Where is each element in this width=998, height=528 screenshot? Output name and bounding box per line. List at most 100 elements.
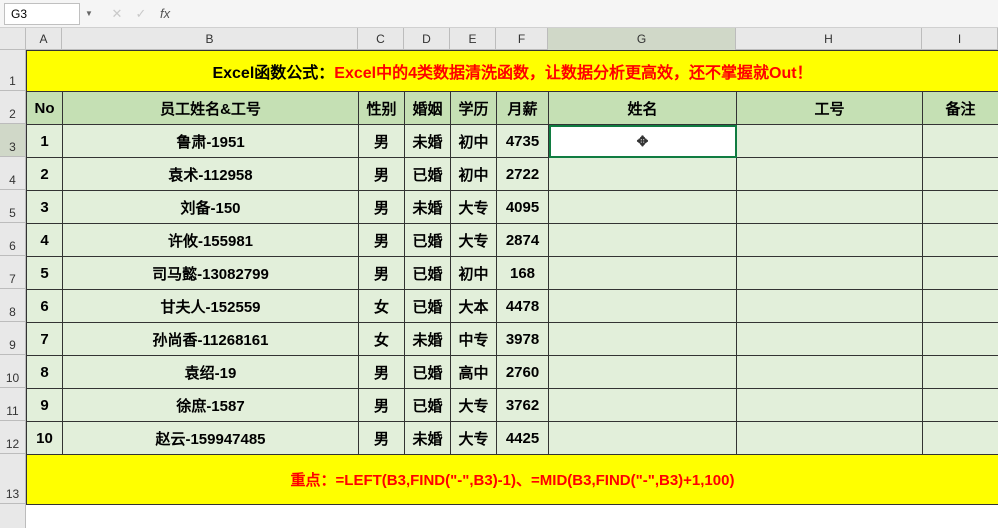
table-header[interactable]: 工号	[737, 92, 923, 125]
cell[interactable]: 男	[359, 224, 405, 257]
table-header[interactable]: 备注	[923, 92, 998, 125]
column-header-A[interactable]: A	[26, 28, 62, 50]
name-box-dropdown[interactable]: ▼	[80, 3, 98, 25]
cell[interactable]	[549, 224, 737, 257]
cell[interactable]	[737, 323, 923, 356]
column-header-G[interactable]: G	[548, 28, 736, 50]
cell[interactable]: 4735	[497, 125, 549, 158]
table-header[interactable]: 学历	[451, 92, 497, 125]
cell[interactable]: 10	[27, 422, 63, 455]
row-header-7[interactable]: 7	[0, 256, 25, 289]
cell[interactable]: 高中	[451, 356, 497, 389]
cell[interactable]: 初中	[451, 158, 497, 191]
row-header-4[interactable]: 4	[0, 157, 25, 190]
row-header-9[interactable]: 9	[0, 322, 25, 355]
cell[interactable]: 2722	[497, 158, 549, 191]
cell[interactable]	[549, 191, 737, 224]
cell[interactable]: 2760	[497, 356, 549, 389]
cell[interactable]	[737, 356, 923, 389]
row-header-12[interactable]: 12	[0, 421, 25, 454]
column-header-I[interactable]: I	[922, 28, 998, 50]
cell[interactable]: 袁术-112958	[63, 158, 359, 191]
formula-input[interactable]	[176, 3, 994, 25]
cell[interactable]	[737, 389, 923, 422]
cell[interactable]	[737, 257, 923, 290]
cell[interactable]: 4	[27, 224, 63, 257]
cell[interactable]	[737, 422, 923, 455]
cell[interactable]: 司马懿-13082799	[63, 257, 359, 290]
cell[interactable]: 赵云-159947485	[63, 422, 359, 455]
grid-area[interactable]: Excel函数公式：Excel中的4类数据清洗函数，让数据分析更高效，还不掌握就…	[26, 50, 998, 528]
cancel-icon[interactable]: ✕	[106, 3, 128, 25]
cell[interactable]: 初中	[451, 257, 497, 290]
table-header[interactable]: 月薪	[497, 92, 549, 125]
cell[interactable]: 大专	[451, 224, 497, 257]
cell[interactable]	[923, 257, 998, 290]
cell[interactable]	[549, 323, 737, 356]
row-header-8[interactable]: 8	[0, 289, 25, 322]
cell[interactable]: 2	[27, 158, 63, 191]
cell[interactable]: 3	[27, 191, 63, 224]
row-header-6[interactable]: 6	[0, 223, 25, 256]
column-header-D[interactable]: D	[404, 28, 450, 50]
select-all-corner[interactable]	[0, 28, 26, 50]
cell[interactable]: 未婚	[405, 125, 451, 158]
cell[interactable]	[737, 224, 923, 257]
cell[interactable]: 初中	[451, 125, 497, 158]
column-header-F[interactable]: F	[496, 28, 548, 50]
cell[interactable]	[737, 158, 923, 191]
cell[interactable]: 孙尚香-11268161	[63, 323, 359, 356]
cell[interactable]: 4478	[497, 290, 549, 323]
cell[interactable]: 男	[359, 125, 405, 158]
cell[interactable]: 中专	[451, 323, 497, 356]
active-cell[interactable]: ✥	[549, 125, 737, 158]
column-header-C[interactable]: C	[358, 28, 404, 50]
cell[interactable]: 4095	[497, 191, 549, 224]
cell[interactable]	[923, 290, 998, 323]
cell[interactable]: 男	[359, 191, 405, 224]
cell[interactable]: 已婚	[405, 389, 451, 422]
cell[interactable]: 2874	[497, 224, 549, 257]
cell[interactable]: 已婚	[405, 224, 451, 257]
cell[interactable]: 甘夫人-152559	[63, 290, 359, 323]
cell[interactable]: 男	[359, 389, 405, 422]
cell[interactable]: 男	[359, 422, 405, 455]
cell[interactable]	[923, 422, 998, 455]
cell[interactable]	[737, 191, 923, 224]
cell[interactable]	[923, 191, 998, 224]
row-header-11[interactable]: 11	[0, 388, 25, 421]
cell[interactable]: 未婚	[405, 422, 451, 455]
cell[interactable]	[549, 422, 737, 455]
table-header[interactable]: No	[27, 92, 63, 125]
cell[interactable]: 男	[359, 356, 405, 389]
cell[interactable]: 大专	[451, 422, 497, 455]
cell[interactable]: 许攸-155981	[63, 224, 359, 257]
cell[interactable]: 鲁肃-1951	[63, 125, 359, 158]
cell[interactable]	[923, 224, 998, 257]
row-header-10[interactable]: 10	[0, 355, 25, 388]
cell[interactable]: 6	[27, 290, 63, 323]
cell[interactable]: 徐庶-1587	[63, 389, 359, 422]
enter-icon[interactable]: ✓	[130, 3, 152, 25]
column-header-B[interactable]: B	[62, 28, 358, 50]
cell[interactable]: 刘备-150	[63, 191, 359, 224]
cell[interactable]	[923, 323, 998, 356]
cell[interactable]: 大专	[451, 389, 497, 422]
cell[interactable]	[923, 125, 998, 158]
row-header-3[interactable]: 3	[0, 124, 25, 157]
table-header[interactable]: 员工姓名&工号	[63, 92, 359, 125]
cell[interactable]	[923, 356, 998, 389]
cell[interactable]: 已婚	[405, 290, 451, 323]
cell[interactable]: 男	[359, 158, 405, 191]
row-header-13[interactable]: 13	[0, 454, 25, 504]
column-header-H[interactable]: H	[736, 28, 922, 50]
cell[interactable]: 未婚	[405, 323, 451, 356]
cell[interactable]	[737, 290, 923, 323]
cell[interactable]: 袁绍-19	[63, 356, 359, 389]
cell[interactable]: 男	[359, 257, 405, 290]
cell[interactable]: 1	[27, 125, 63, 158]
table-header[interactable]: 婚姻	[405, 92, 451, 125]
cell[interactable]: 4425	[497, 422, 549, 455]
cell[interactable]	[549, 389, 737, 422]
cell[interactable]: 未婚	[405, 191, 451, 224]
